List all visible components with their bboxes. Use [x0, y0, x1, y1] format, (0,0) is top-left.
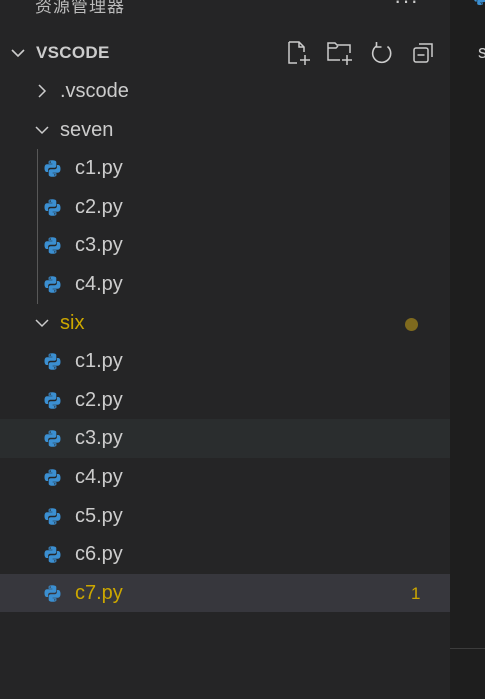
chevron-down-icon [11, 49, 25, 58]
folder-label: .vscode [60, 80, 129, 102]
file-label: c6.py [75, 543, 123, 566]
tree-file-seven-c3[interactable]: c3.py [0, 226, 450, 265]
problems-dot-badge [405, 317, 418, 331]
workspace-title: VSCODE [36, 43, 110, 62]
python-file-icon [44, 276, 61, 293]
file-label: c3.py [75, 234, 123, 257]
workspace-section-header[interactable]: VSCODE [0, 34, 450, 72]
new-file-icon[interactable] [284, 39, 312, 67]
python-file-icon [44, 507, 61, 525]
tree-file-seven-c1[interactable]: c1.py [0, 149, 450, 188]
tree-file-seven-c2[interactable]: c2.py [0, 188, 450, 227]
python-file-icon [44, 160, 61, 177]
explorer-title: 资源管理器 [35, 0, 125, 16]
tree-folder-six[interactable]: six [0, 304, 450, 343]
python-file-icon [44, 198, 61, 216]
chevron-down-icon [35, 319, 49, 327]
file-label: c1.py [75, 350, 123, 373]
problems-count-badge: 1 [411, 583, 421, 603]
python-file-icon [44, 584, 61, 602]
panel-divider [450, 648, 485, 649]
python-file-icon [44, 546, 61, 563]
tree-file-six-c4[interactable]: c4.py [0, 458, 450, 497]
python-file-icon [44, 430, 61, 448]
tree-file-six-c3[interactable]: c3.py [0, 419, 450, 458]
file-label: c5.py [75, 504, 123, 527]
tree-file-six-c7[interactable]: c7.py 1 [0, 573, 450, 613]
editor-text: s [478, 42, 485, 62]
more-actions-icon[interactable]: ··· [394, 0, 419, 14]
file-label: c4.py [75, 465, 123, 488]
chevron-down-icon [35, 126, 49, 134]
tree-file-six-c5[interactable]: c5.py [0, 497, 450, 536]
file-label: c7.py [75, 581, 123, 604]
tree-file-six-c2[interactable]: c2.py [0, 381, 450, 420]
folder-label: six [60, 311, 85, 334]
file-label: c3.py [75, 427, 123, 450]
tree-folder-seven[interactable]: seven [0, 111, 450, 150]
tree-file-six-c6[interactable]: c6.py [0, 535, 450, 574]
python-file-icon [44, 391, 61, 409]
file-label: c4.py [75, 272, 123, 295]
python-file-icon [44, 237, 61, 255]
tree-file-seven-c4[interactable]: c4.py [0, 265, 450, 304]
refresh-icon[interactable] [368, 39, 396, 67]
file-label: c2.py [75, 195, 123, 218]
collapse-all-icon[interactable] [410, 39, 438, 67]
explorer-sidebar: 资源管理器 ··· VSCODE .vscode seven c1.py c2.… [0, 0, 450, 699]
file-label: c1.py [75, 157, 123, 180]
editor-area[interactable]: s [450, 0, 485, 699]
folder-label: seven [60, 118, 114, 141]
chevron-right-icon [38, 84, 47, 98]
new-folder-icon[interactable] [326, 39, 354, 67]
python-file-icon [44, 353, 61, 370]
tree-folder-vscode[interactable]: .vscode [0, 72, 450, 111]
python-file-icon [44, 469, 61, 486]
file-tree: .vscode seven c1.py c2.py c3.py c4.py si… [0, 72, 450, 613]
python-file-icon [474, 0, 485, 6]
file-label: c2.py [75, 388, 123, 411]
tree-file-six-c1[interactable]: c1.py [0, 342, 450, 381]
